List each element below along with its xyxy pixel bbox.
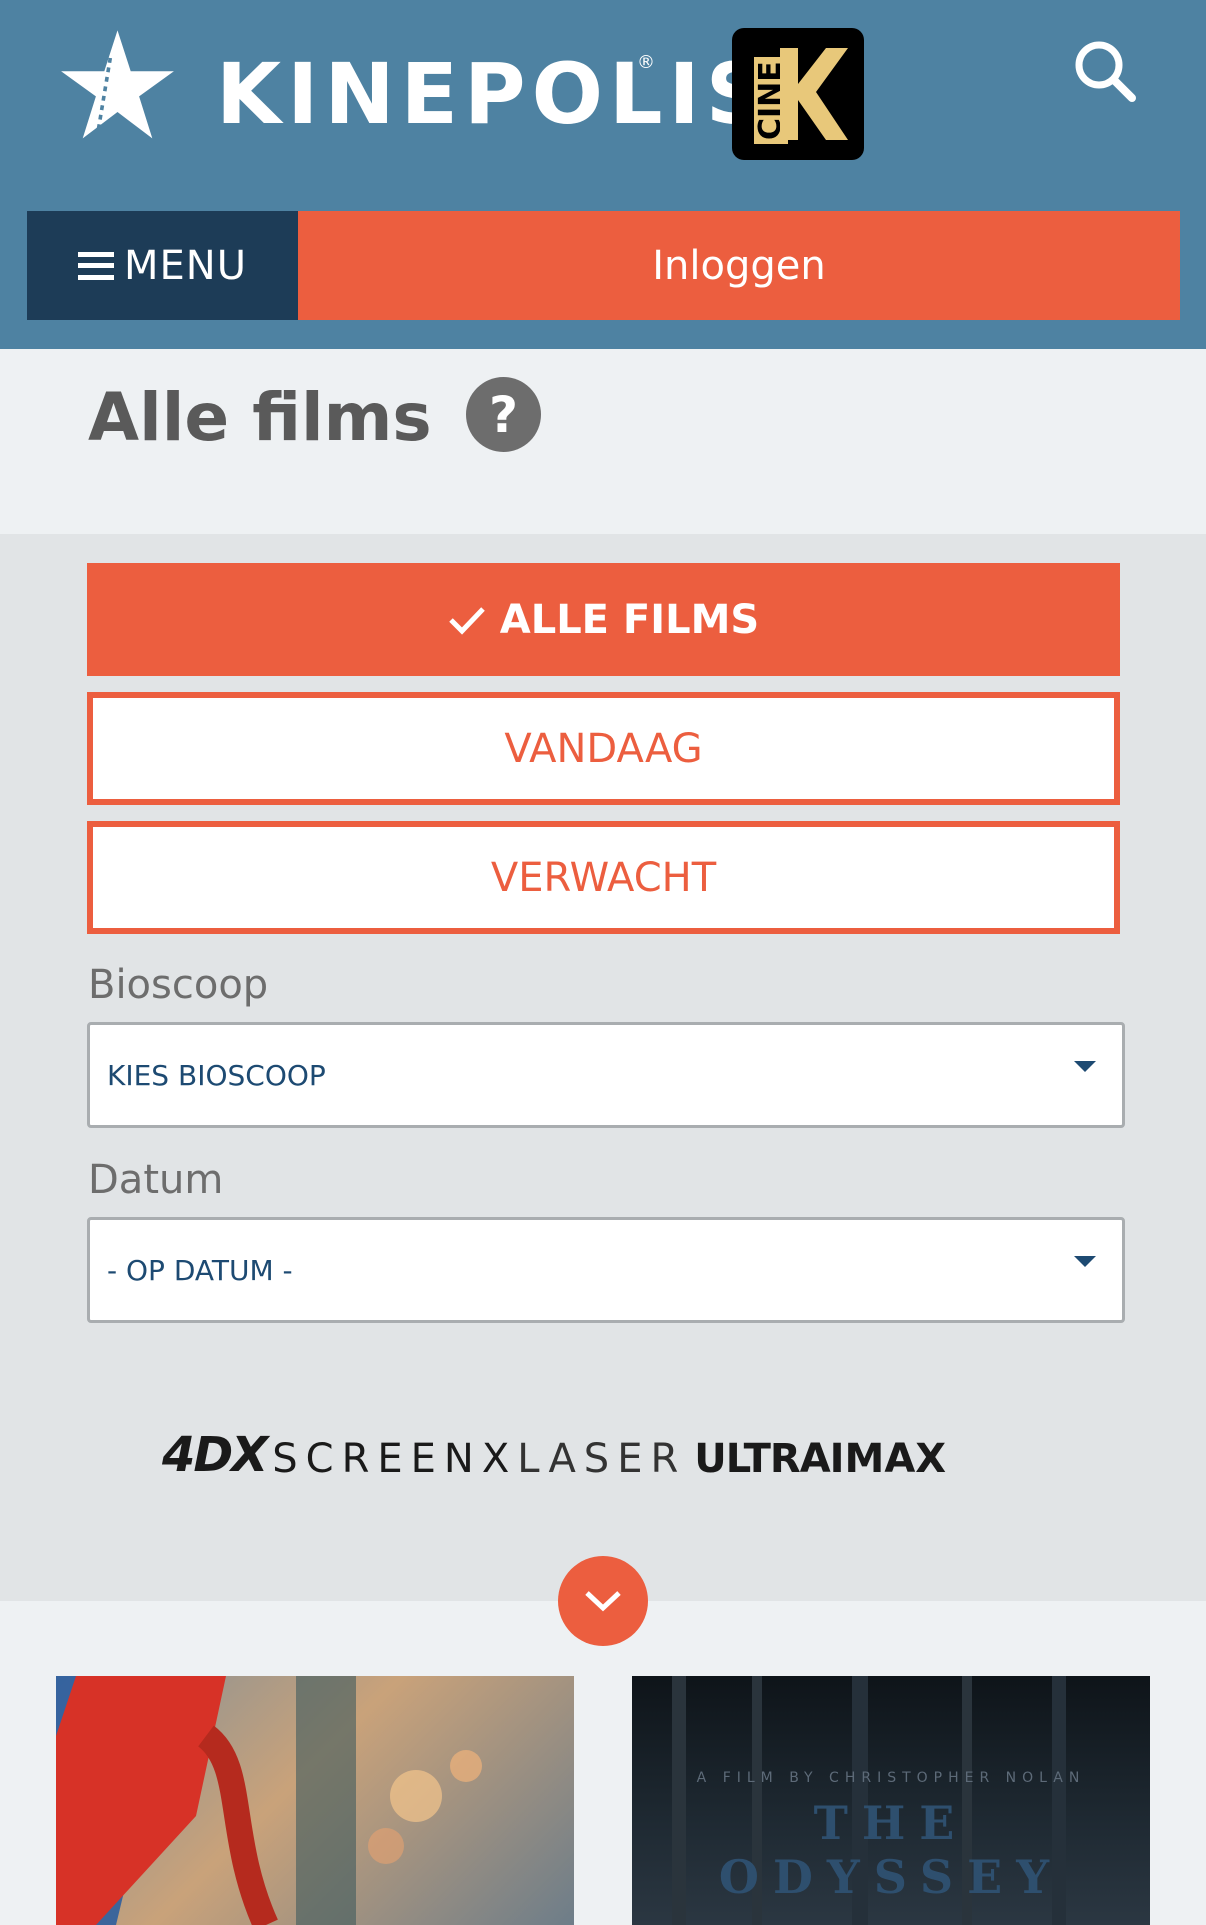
poster-artwork xyxy=(56,1676,482,1925)
menu-button[interactable]: MENU xyxy=(27,211,298,320)
bioscoop-label: Bioscoop xyxy=(88,962,269,1008)
hamburger-icon xyxy=(78,251,114,280)
scroll-down-button[interactable] xyxy=(558,1556,648,1646)
brand-logo[interactable]: KINEPOLIS xyxy=(216,52,772,136)
tab-alle-films[interactable]: ALLE FILMS xyxy=(87,563,1120,676)
star-logo-icon[interactable] xyxy=(55,28,180,148)
site-header: KINEPOLIS ® CINE MENU Inloggen xyxy=(0,0,1206,349)
check-icon xyxy=(448,606,485,635)
caret-down-icon xyxy=(1074,1061,1096,1072)
chevron-down-icon xyxy=(585,1591,621,1612)
datum-select-value: - OP DATUM - xyxy=(107,1253,293,1287)
tab-verwacht[interactable]: VERWACHT xyxy=(87,821,1120,934)
poster-credit: A FILM BY CHRISTOPHER NOLAN xyxy=(696,1770,1086,1786)
cinek-logo[interactable]: CINE xyxy=(732,28,864,160)
tab-vandaag[interactable]: VANDAAG xyxy=(87,692,1120,805)
page-title: Alle films xyxy=(88,379,432,456)
format-4dx[interactable]: 4DX xyxy=(162,1431,268,1479)
search-icon[interactable] xyxy=(1072,38,1138,104)
menu-label: MENU xyxy=(124,242,247,289)
filter-panel: ALLE FILMS VANDAAG VERWACHT Bioscoop KIE… xyxy=(0,534,1206,1601)
movie-poster[interactable] xyxy=(56,1676,574,1925)
movie-poster[interactable]: A FILM BY CHRISTOPHER NOLAN THE ODYSSEY xyxy=(632,1676,1150,1925)
poster-title: THE ODYSSEY xyxy=(718,1796,1064,1904)
bioscoop-select[interactable]: KIES BIOSCOOP xyxy=(87,1022,1125,1128)
datum-label: Datum xyxy=(88,1157,224,1203)
tab-alle-films-label: ALLE FILMS xyxy=(499,596,760,643)
registered-mark: ® xyxy=(637,52,655,73)
bioscoop-select-value: KIES BIOSCOOP xyxy=(107,1058,326,1092)
title-band: Alle films ? xyxy=(0,349,1206,534)
format-screenx[interactable]: SCREENX xyxy=(272,1439,517,1479)
format-laser[interactable]: LASER xyxy=(517,1439,686,1479)
login-button[interactable]: Inloggen xyxy=(298,211,1180,320)
format-ultra[interactable]: ULTRA xyxy=(694,1439,830,1479)
format-logos: 4DX SCREENX LASER ULTRA IMAX xyxy=(162,1399,1044,1479)
caret-down-icon xyxy=(1074,1256,1096,1267)
datum-select[interactable]: - OP DATUM - xyxy=(87,1217,1125,1323)
format-imax[interactable]: IMAX xyxy=(830,1439,946,1479)
cinek-k-icon xyxy=(780,48,848,140)
help-icon[interactable]: ? xyxy=(466,377,541,452)
